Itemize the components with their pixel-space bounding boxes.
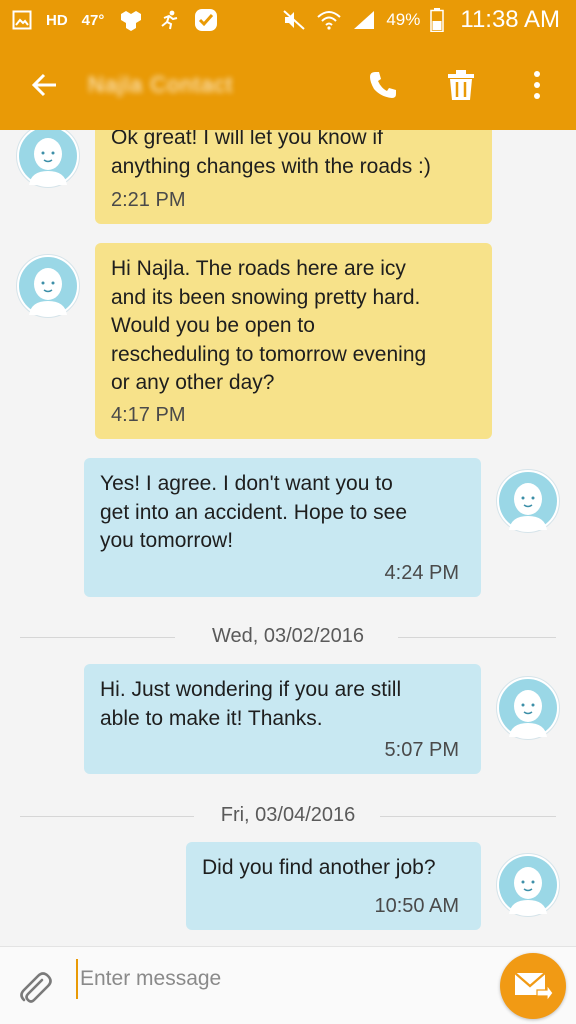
message-timestamp: 4:17 PM [111,404,186,426]
status-time: 11:38 AM [460,6,560,33]
separator-line [380,816,556,817]
message-text-line: Ok great! I will let you know if [111,130,383,149]
message-bubble-incoming[interactable]: Hi Najla. The roads here are icy and its… [95,243,492,439]
contact-name-text: Najla Contact [88,72,234,97]
wifi-icon [317,11,342,30]
date-separator: Fri, 03/04/2016 [20,801,556,831]
my-avatar[interactable] [496,676,560,740]
message-text-line: Yes! I agree. I don't want you to [100,472,393,495]
status-bar-left: HD 47° [12,0,218,40]
person-avatar-icon [499,472,557,530]
runner-icon [161,10,178,30]
message-text-line: Would you be open to [111,314,315,337]
mute-icon [283,10,306,30]
message-bubble-outgoing[interactable]: Hi. Just wondering if you are still able… [84,664,481,774]
delete-button[interactable] [436,60,486,110]
message-text-line: Hi. Just wondering if you are still [100,678,402,701]
arrow-left-icon [31,73,56,97]
paperclip-icon [20,972,52,1003]
battery-percent: 49% [386,10,421,29]
message-composer [0,946,576,1024]
trash-icon [448,70,474,100]
contact-avatar[interactable] [16,130,80,188]
message-input[interactable] [76,959,486,999]
more-options-button[interactable] [512,60,562,110]
separator-line [398,637,556,638]
person-avatar-icon [19,257,77,315]
status-bar: HD 47° 49% 11:38 AM [0,0,576,40]
hd-indicator: HD [46,11,68,29]
message-text-line: and its been snowing pretty hard. [111,285,421,309]
call-button[interactable] [358,60,408,110]
message-bubble-outgoing[interactable]: Did you find another job? 10:50 AM [186,842,481,930]
date-separator: Wed, 03/02/2016 [20,622,556,652]
temperature: 47° [81,11,105,29]
status-bar-right: 49% 11:38 AM [282,0,560,40]
attach-button[interactable] [10,963,60,1013]
send-envelope-icon [514,972,553,1002]
back-button[interactable] [20,60,70,110]
message-timestamp: 10:50 AM [374,895,459,917]
message-text-line: you tomorrow! [100,529,234,552]
message-text-line: Did you find another job? [202,856,436,879]
message-text-line: able to make it! Thanks. [100,706,323,730]
message-text-line: rescheduling to tomorrow evening [111,342,427,366]
message-bubble-incoming[interactable]: Ok great! I will let you know if anythin… [95,130,492,224]
message-timestamp: 2:21 PM [111,189,186,211]
message-bubble-outgoing[interactable]: Yes! I agree. I don't want you to get in… [84,458,481,597]
message-text-line: Hi Najla. The roads here are icy [111,257,406,280]
message-timestamp: 4:24 PM [384,562,459,584]
person-avatar-icon [19,130,77,185]
app-bar: Najla Contact [0,40,576,130]
message-text-line: or any other day? [111,371,275,394]
contact-avatar[interactable] [16,254,80,318]
my-avatar[interactable] [496,853,560,917]
signal-icon [354,11,375,29]
more-vertical-icon [534,71,540,99]
my-avatar[interactable] [496,469,560,533]
conversation-thread[interactable]: Ok great! I will let you know if anythin… [0,130,576,946]
gallery-notification-icon [12,10,32,30]
contact-name[interactable]: Najla Contact [88,72,314,98]
message-text-line: anything changes with the roads :) [111,154,431,178]
person-avatar-icon [499,679,557,737]
message-timestamp: 5:07 PM [384,739,459,761]
checkmark-app-icon [195,9,218,31]
person-avatar-icon [499,856,557,914]
send-button[interactable] [500,953,566,1019]
phone-icon [370,72,396,98]
battery-icon [430,8,445,32]
hexagon-app-icon [121,11,142,31]
message-text-line: get into an accident. Hope to see [100,500,408,524]
